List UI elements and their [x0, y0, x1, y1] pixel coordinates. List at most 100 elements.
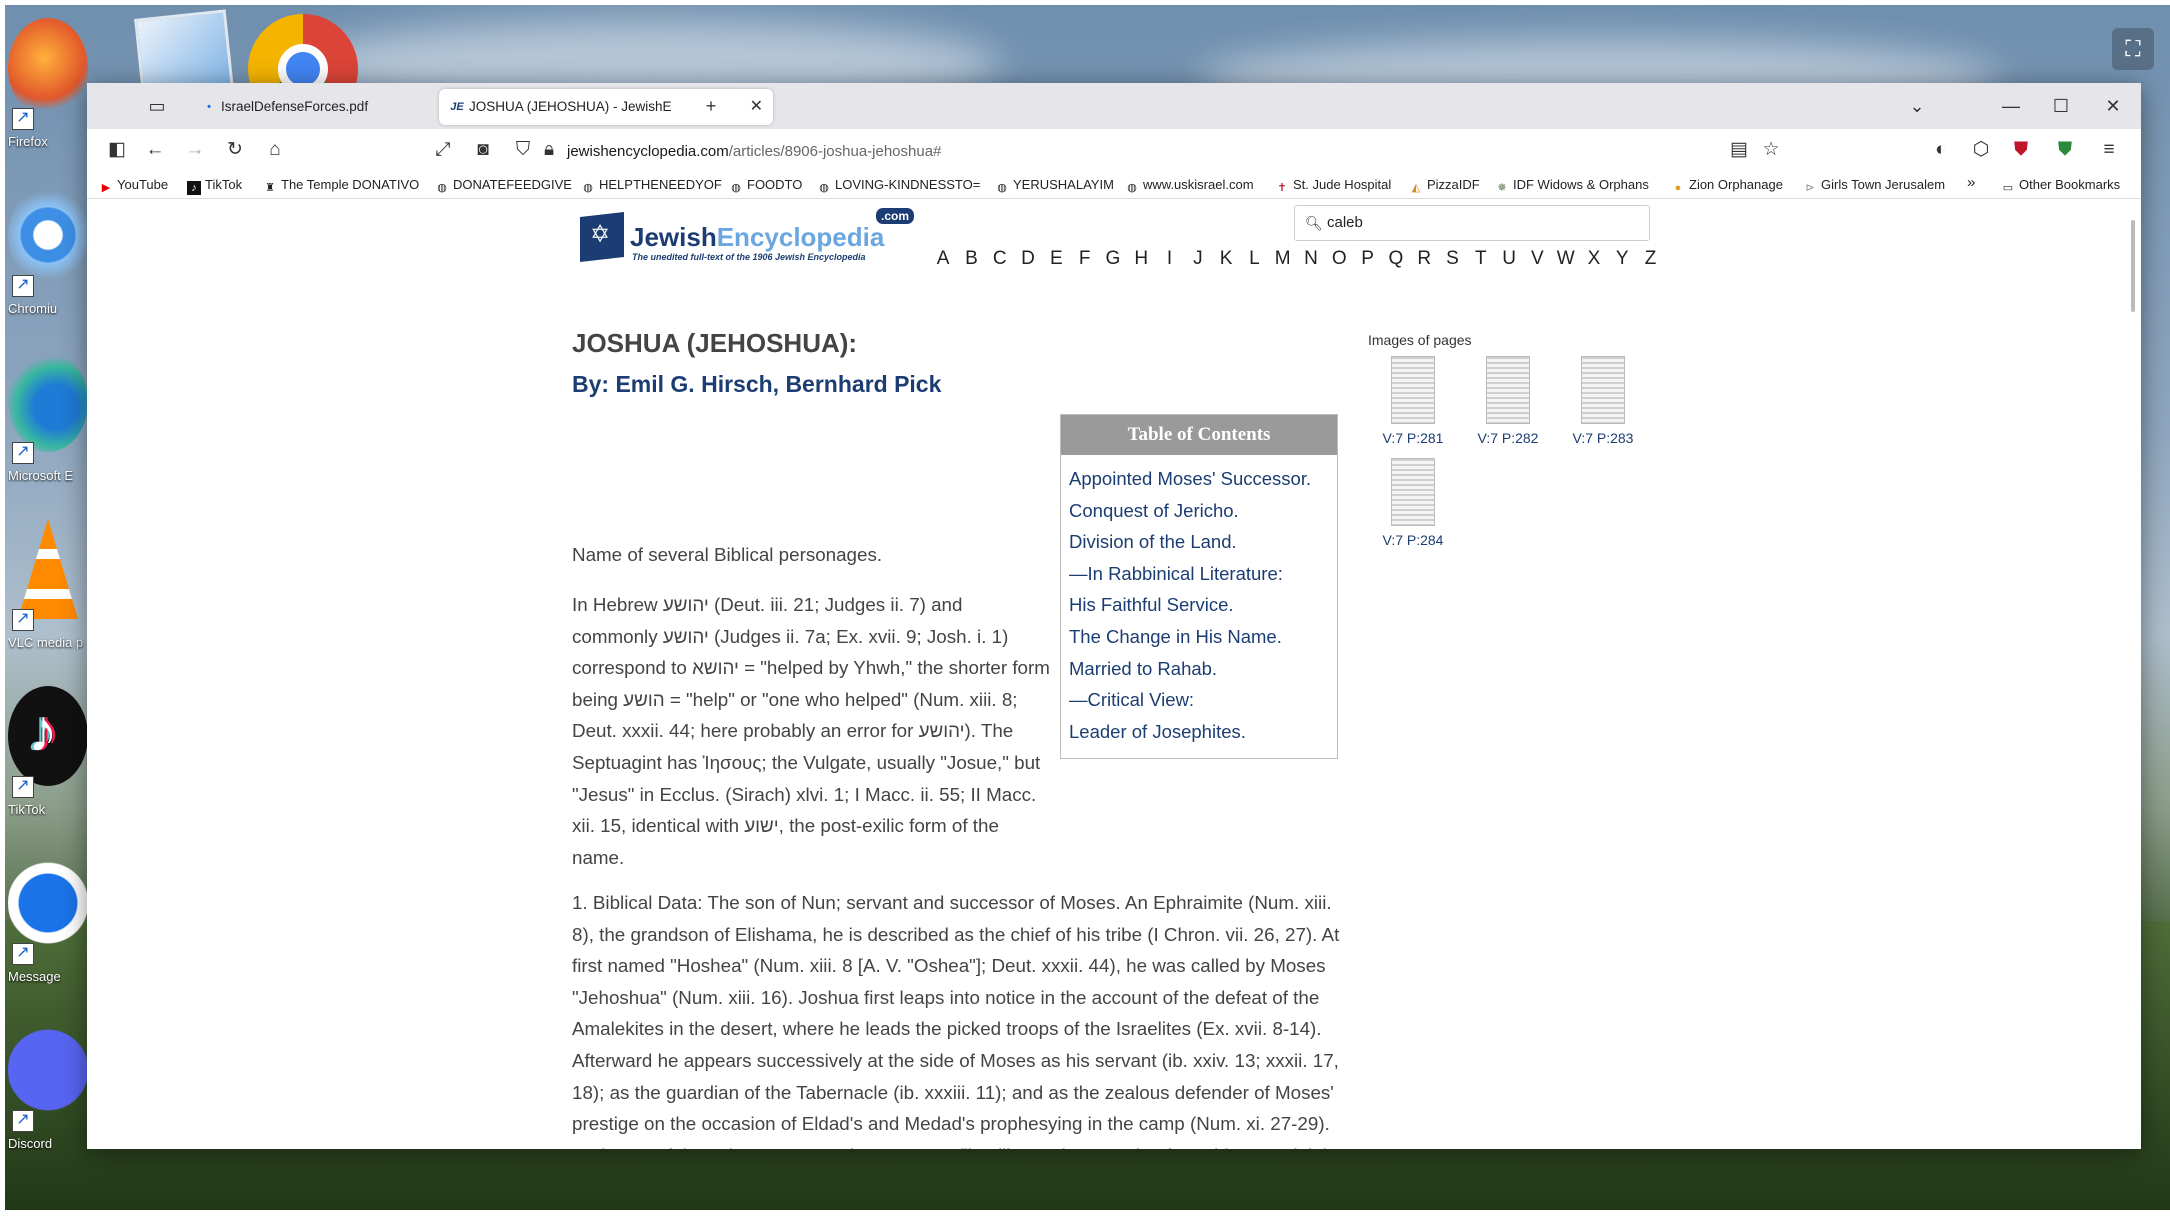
close-window-icon[interactable]: ✕ [2097, 91, 2129, 121]
alphabet-letter-link[interactable]: D [1014, 248, 1042, 270]
bookmark-helptheneedyof[interactable]: ◍ HELPTHENEEDYOF [581, 177, 722, 195]
alphabet-letter-link[interactable]: W [1552, 248, 1580, 270]
alphabet-letter-link[interactable]: M [1269, 248, 1297, 270]
alphabet-letter-link[interactable]: X [1580, 248, 1608, 270]
alphabet-letter-link[interactable]: N [1297, 248, 1325, 270]
toc-link[interactable]: —In Rabbinical Literature: [1069, 558, 1337, 590]
shield-check-icon[interactable]: ⛊ [2049, 135, 2081, 165]
alphabet-letter-link[interactable]: L [1240, 248, 1268, 270]
page-image-caption[interactable]: V:7 P:283 [1558, 430, 1648, 446]
sidebar-toggle-icon[interactable]: ◧ [101, 135, 133, 165]
alphabet-letter-link[interactable]: O [1325, 248, 1353, 270]
alphabet-letter-link[interactable]: H [1127, 248, 1155, 270]
bookmark-donatefeedgive[interactable]: ◍ DONATEFEEDGIVE [435, 177, 572, 195]
scrollbar-thumb[interactable] [2131, 220, 2135, 312]
minimize-icon[interactable]: — [1995, 91, 2027, 121]
alphabet-letter-link[interactable]: K [1212, 248, 1240, 270]
expand-icon[interactable]: ⤢ [427, 135, 459, 165]
extensions-icon[interactable]: ⬡ [1965, 135, 1997, 165]
alphabet-letter-link[interactable]: Y [1608, 248, 1636, 270]
lock-icon[interactable]: 🔒︎ [533, 135, 565, 165]
page-image-thumb[interactable]: V:7 P:284 [1368, 458, 1458, 548]
other-bookmarks-folder[interactable]: ▭ Other Bookmarks [2001, 177, 2120, 195]
bookmark-foodto[interactable]: ◍ FOODTO [729, 177, 802, 195]
reader-view-icon[interactable]: ▤ [1723, 135, 1755, 165]
chromium-icon[interactable]: ↗ Chromiu [8, 185, 88, 335]
bookmark-girls-town[interactable]: ⊳ Girls Town Jerusalem [1803, 177, 1945, 195]
toc-link[interactable]: Leader of Josephites. [1069, 716, 1337, 748]
vlc-icon[interactable]: ↗ VLC media p [8, 519, 88, 669]
bookmark-loving-kindnessto[interactable]: ◍ LOVING-KINDNESSTO= [817, 177, 980, 195]
tiktok-icon[interactable]: ♪ ↗ TikTok [8, 686, 88, 836]
menu-icon[interactable]: ≡ [2093, 135, 2125, 165]
bookmark-st-jude[interactable]: ✝ St. Jude Hospital [1275, 177, 1391, 195]
alphabet-letter-link[interactable]: V [1523, 248, 1551, 270]
close-tab-icon[interactable]: ✕ [750, 89, 763, 125]
toc-link[interactable]: Division of the Land. [1069, 526, 1337, 558]
screenshot-icon[interactable]: ◙ [467, 135, 499, 165]
page-image-thumb[interactable]: V:7 P:282 [1463, 356, 1553, 446]
alphabet-letter-link[interactable]: S [1438, 248, 1466, 270]
alphabet-letter-link[interactable]: J [1184, 248, 1212, 270]
bookmark-pizzaidf[interactable]: ◭ PizzaIDF [1409, 177, 1480, 195]
bookmarks-overflow-icon[interactable]: » [1967, 174, 1975, 191]
messages-icon[interactable]: ↗ Message [8, 853, 88, 1003]
back-arrow-icon[interactable]: ← [139, 135, 171, 165]
site-logo[interactable]: ✡ JewishEncyclopedia .com The unedited f… [580, 208, 930, 268]
mail-app-icon[interactable] [134, 9, 248, 99]
page-image-caption[interactable]: V:7 P:282 [1463, 430, 1553, 446]
alphabet-letter-link[interactable]: B [957, 248, 985, 270]
bookmark-tiktok[interactable]: ♪ TikTok [187, 177, 242, 195]
alphabet-letter-link[interactable]: E [1042, 248, 1070, 270]
home-icon[interactable]: ⌂ [259, 135, 291, 165]
bookmark-star-icon[interactable]: ☆ [1755, 135, 1787, 165]
alphabet-letter-link[interactable]: G [1099, 248, 1127, 270]
bookmark-label: Girls Town Jerusalem [1821, 177, 1946, 192]
alphabet-letter-link[interactable]: P [1353, 248, 1381, 270]
tab-list-chevron-icon[interactable]: ⌄ [1901, 91, 1933, 121]
new-tab-icon[interactable]: + [695, 91, 727, 121]
alphabet-letter-link[interactable]: I [1155, 248, 1183, 270]
discord-icon[interactable]: ↗ Discord [8, 1020, 88, 1170]
alphabet-letter-link[interactable]: F [1070, 248, 1098, 270]
site-search-input[interactable]: 🔍︎ caleb [1294, 205, 1650, 241]
je-favicon: JE [450, 101, 464, 113]
page-image-caption[interactable]: V:7 P:284 [1368, 532, 1458, 548]
toc-link[interactable]: Married to Rahab. [1069, 653, 1337, 685]
alphabet-letter-link[interactable]: U [1495, 248, 1523, 270]
toc-link[interactable]: —Critical View: [1069, 684, 1337, 716]
bookmark-zion-orphanage[interactable]: ● Zion Orphanage [1671, 177, 1783, 195]
toc-link[interactable]: Conquest of Jericho. [1069, 495, 1337, 527]
profile-icon[interactable]: ◐ [1925, 135, 1957, 165]
alphabet-letter-link[interactable]: R [1410, 248, 1438, 270]
alphabet-letter-link[interactable]: A [929, 248, 957, 270]
ublock-icon[interactable]: ⛊ [2005, 135, 2037, 165]
bookmark-idf-widows[interactable]: ✵ IDF Widows & Orphans [1495, 177, 1648, 195]
bookmark-yerushalayim[interactable]: ◍ YERUSHALAYIM [995, 177, 1114, 195]
alphabet-letter-link[interactable]: Q [1382, 248, 1410, 270]
screenshot-overlay-button[interactable]: ⛶ [2112, 28, 2154, 70]
page-image-thumb[interactable]: V:7 P:283 [1558, 356, 1648, 446]
bookmark-temple[interactable]: ♜ The Temple DONATIVO [263, 177, 419, 195]
toc-link[interactable]: Appointed Moses' Successor. [1069, 463, 1337, 495]
page-image-caption[interactable]: V:7 P:281 [1368, 430, 1458, 446]
address-bar[interactable]: jewishencyclopedia.com/articles/8906-jos… [567, 143, 941, 160]
chrome-icon[interactable] [248, 14, 358, 124]
alphabet-letter-link[interactable]: T [1467, 248, 1495, 270]
maximize-icon[interactable]: ☐ [2045, 91, 2077, 121]
reload-icon[interactable]: ↻ [219, 135, 251, 165]
bookmark-uskisrael[interactable]: ◍ www.uskisrael.com [1125, 177, 1253, 195]
tab-overview-icon[interactable]: ▭ [141, 91, 173, 121]
page-image-thumb[interactable]: V:7 P:281 [1368, 356, 1458, 446]
byline-authors[interactable]: Emil G. Hirsch, Bernhard Pick [615, 371, 941, 397]
firefox-icon[interactable]: ↗ Firefox [8, 18, 88, 168]
edge-icon[interactable]: ↗ Microsoft E [8, 352, 88, 502]
alphabet-letter-link[interactable]: C [986, 248, 1014, 270]
forward-arrow-icon[interactable]: → [179, 135, 211, 165]
bookmark-label: Zion Orphanage [1689, 177, 1783, 192]
alphabet-letter-link[interactable]: Z [1636, 248, 1664, 270]
toc-link[interactable]: His Faithful Service. [1069, 589, 1337, 621]
bookmark-youtube[interactable]: ▶ YouTube [99, 177, 168, 195]
toc-link[interactable]: The Change in His Name. [1069, 621, 1337, 653]
search-value: caleb [1327, 214, 1363, 231]
